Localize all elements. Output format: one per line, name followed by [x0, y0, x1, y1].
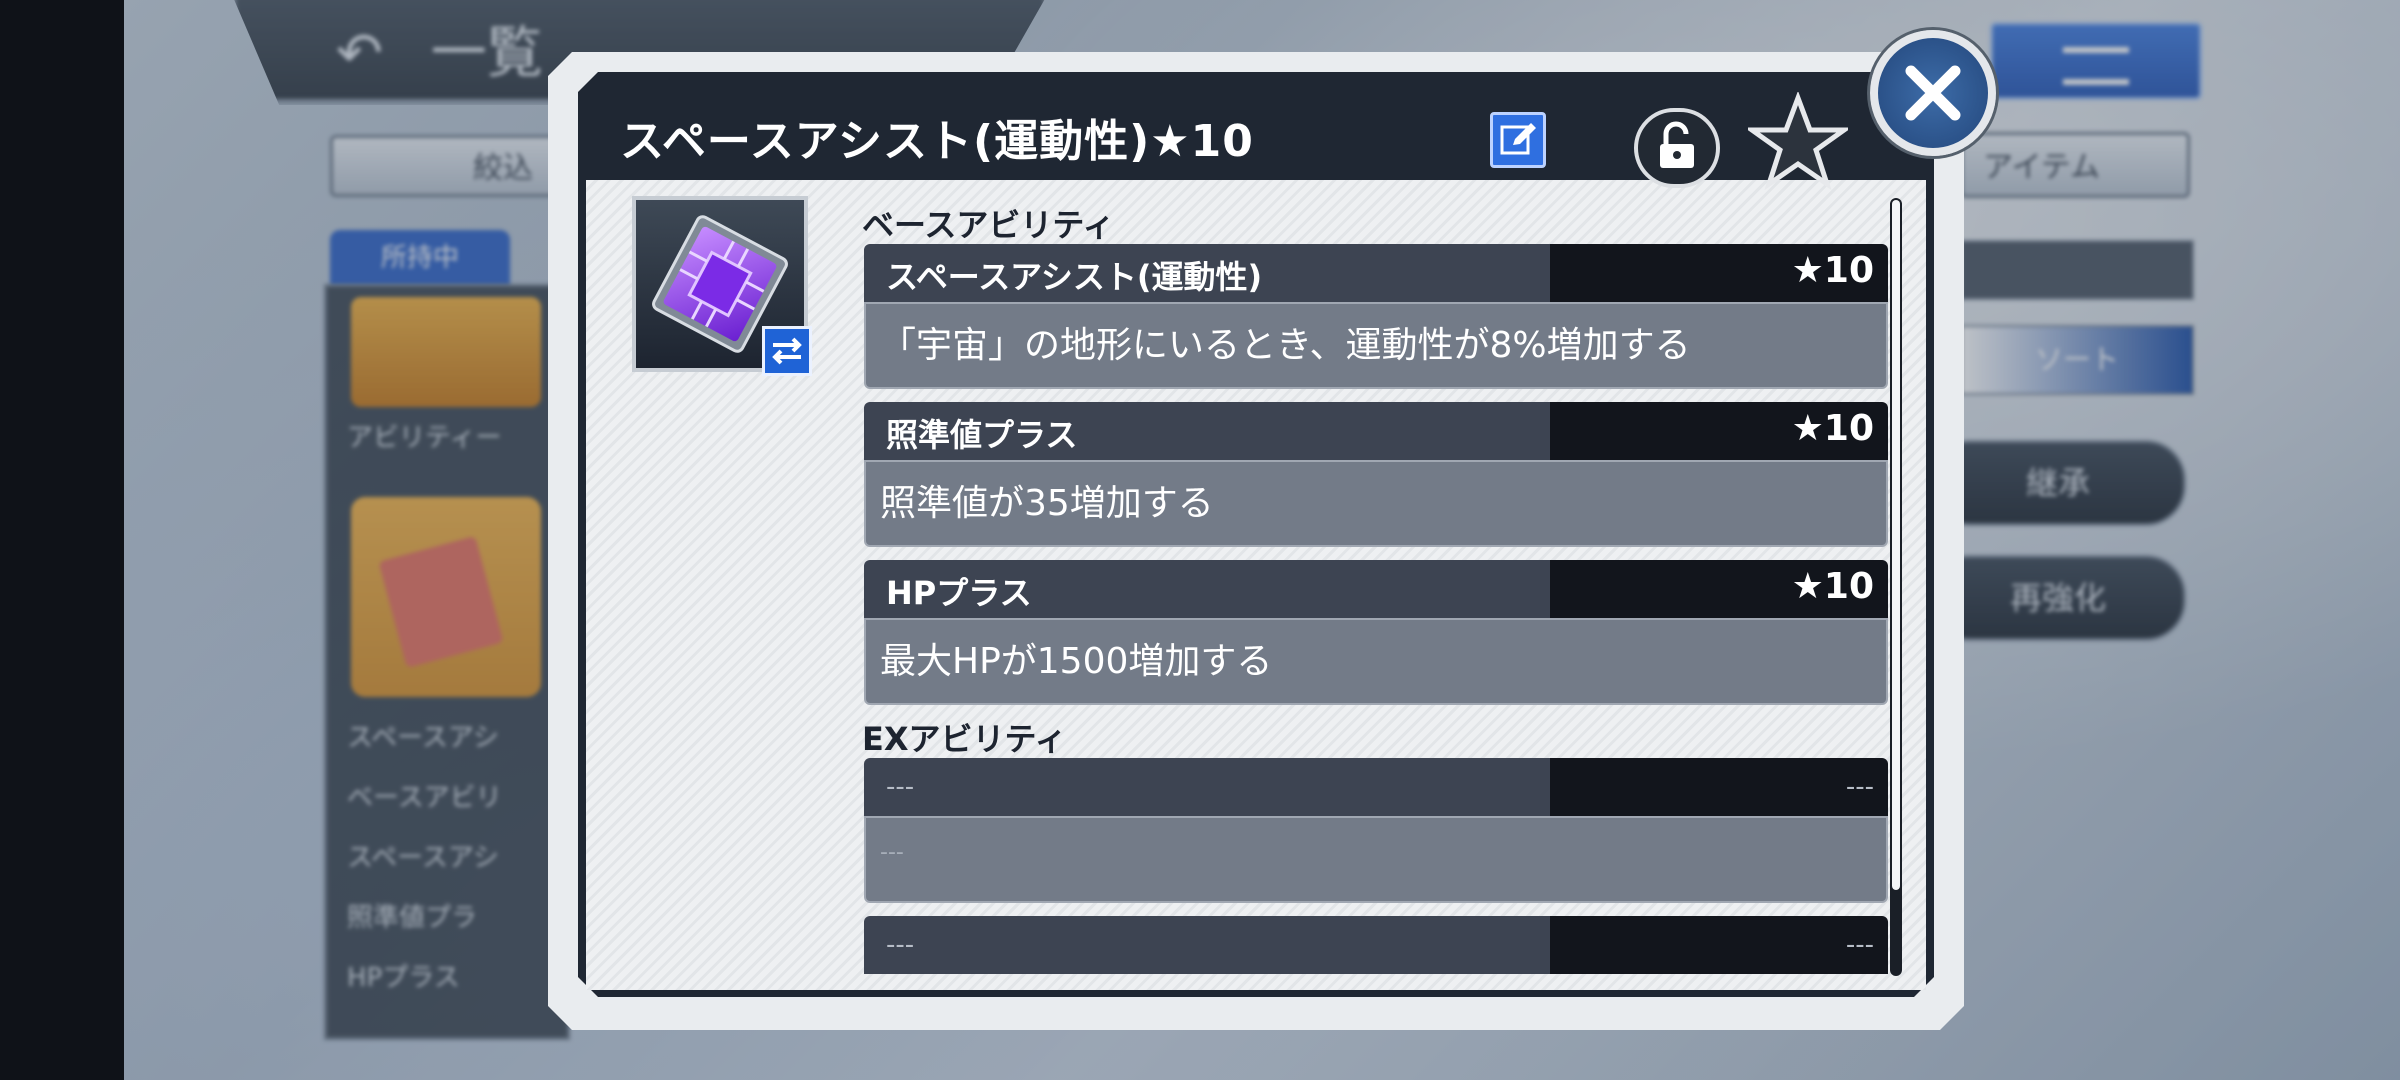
ability-name: --- [886, 930, 915, 960]
ability-body: 「宇宙」の地形にいるとき、運動性が8%増加する [864, 302, 1888, 389]
unlock-icon [1660, 121, 1694, 168]
ability-description: 「宇宙」の地形にいるとき、運動性が8%増加する [880, 325, 1691, 366]
ex-ability-label: EXアビリティ [862, 720, 1067, 758]
ex-ability-card: --- --- --- [864, 758, 1888, 903]
ability-body: 照準値が35増加する [864, 460, 1888, 547]
swap-badge [762, 326, 812, 376]
ability-header [864, 758, 1888, 816]
ability-body: 最大HPが1500増加する [864, 618, 1888, 705]
ability-name: HPプラス [886, 574, 1032, 612]
ex-ability-card: --- --- [864, 916, 1888, 976]
ability-rank: --- [1845, 772, 1874, 802]
close-icon [1905, 65, 1961, 121]
edit-button[interactable] [1490, 112, 1546, 168]
star-icon [1744, 90, 1852, 191]
ability-description: 最大HPが1500増加する [880, 641, 1273, 682]
ability-header [864, 916, 1888, 974]
dialog-title: スペースアシスト(運動性)★10 [620, 116, 1254, 167]
ability-card: HPプラス ★10 最大HPが1500増加する [864, 560, 1888, 705]
scrollbar-thumb[interactable] [1892, 200, 1900, 890]
ability-description: 照準値が35増加する [880, 483, 1214, 524]
left-black-bar [0, 0, 124, 1080]
ability-rank: ★10 [1791, 408, 1874, 449]
ability-rank: ★10 [1791, 250, 1874, 291]
ability-name: 照準値プラス [886, 416, 1078, 454]
swap-icon [772, 337, 802, 365]
ability-card: スペースアシスト(運動性) ★10 「宇宙」の地形にいるとき、運動性が8%増加す… [864, 244, 1888, 389]
ability-body: --- [864, 816, 1888, 903]
ability-name: スペースアシスト(運動性) [886, 258, 1263, 296]
favorite-button[interactable] [1744, 90, 1852, 192]
base-ability-label: ベースアビリティ [862, 206, 1115, 244]
ability-card: 照準値プラス ★10 照準値が35増加する [864, 402, 1888, 547]
edit-icon [1500, 123, 1536, 155]
ability-name: --- [886, 772, 915, 802]
ability-description: --- [880, 840, 904, 865]
ability-rank: --- [1845, 930, 1874, 960]
ability-rank: ★10 [1791, 566, 1874, 607]
lock-button[interactable] [1634, 108, 1720, 188]
close-button[interactable] [1870, 30, 1996, 156]
